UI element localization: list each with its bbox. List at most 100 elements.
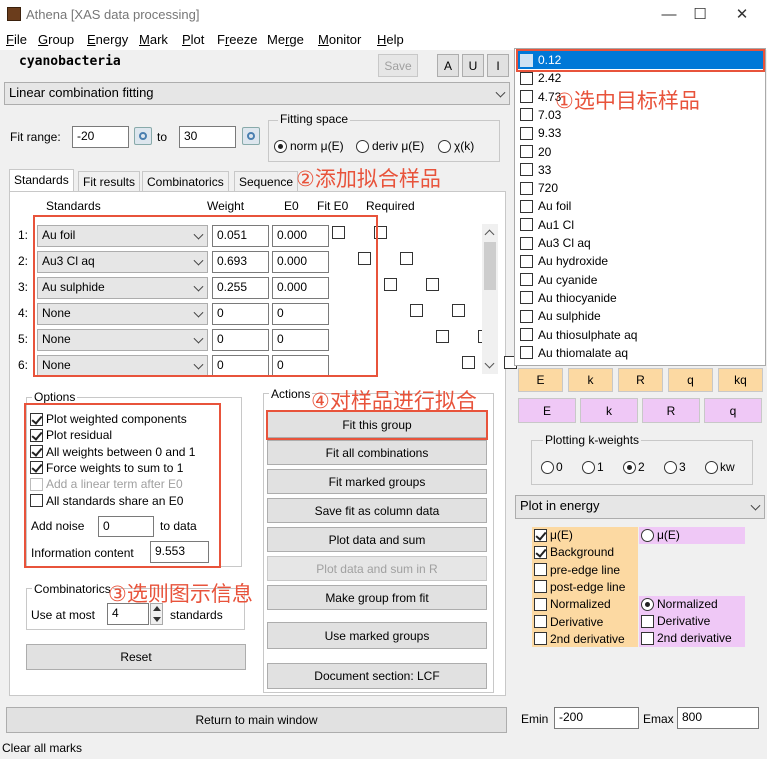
menu-file[interactable]: File <box>6 32 27 47</box>
fit-range-from-input[interactable]: -20 <box>72 126 129 148</box>
maximize-button[interactable]: ☐ <box>685 4 715 26</box>
use-marked-groups-button[interactable]: Use marked groups <box>267 622 487 649</box>
fit-all-combinations-button[interactable]: Fit all combinations <box>267 440 487 465</box>
group-list-item[interactable]: Au cyanide <box>516 271 764 289</box>
group-list-item[interactable]: 720 <box>516 179 764 197</box>
checkbox-icon[interactable] <box>520 71 533 85</box>
plot-button-e[interactable]: E <box>518 368 563 392</box>
plot-button-q[interactable]: q <box>668 368 713 392</box>
checkbox-icon[interactable] <box>520 181 533 195</box>
fitting-space-chi[interactable]: χ(k) <box>438 139 474 153</box>
tab-combinatorics[interactable]: Combinatorics <box>142 171 229 192</box>
energy-plot-checkbox[interactable]: pre-edge line <box>534 563 620 577</box>
plot-button-r[interactable]: R <box>618 368 663 392</box>
menu-plot[interactable]: Plot <box>182 32 204 47</box>
plot-button-q-purple[interactable]: q <box>704 398 762 423</box>
u-button[interactable]: U <box>462 54 484 77</box>
checkbox-icon[interactable] <box>520 236 533 250</box>
menu-monitor[interactable]: Monitor <box>318 32 361 47</box>
menu-help[interactable]: Help <box>377 32 404 47</box>
kweight-radio[interactable]: 1 <box>582 460 604 474</box>
fit-range-to-input[interactable]: 30 <box>179 126 236 148</box>
plot-button-k-purple[interactable]: k <box>580 398 638 423</box>
checkbox-icon[interactable] <box>520 273 533 287</box>
group-list-item[interactable]: Au thiomalate aq <box>516 344 764 362</box>
save-button[interactable]: Save <box>378 54 418 77</box>
checkbox-icon[interactable] <box>520 90 533 104</box>
return-main-button[interactable]: Return to main window <box>6 707 507 733</box>
fit-e0-checkbox[interactable] <box>462 356 475 369</box>
menu-freeze[interactable]: Freeze <box>217 32 258 47</box>
kweight-radio[interactable]: kw <box>705 460 735 474</box>
energy-normalized-radio[interactable]: Normalized <box>641 597 718 611</box>
group-list-item[interactable]: Au sulphide <box>516 307 764 325</box>
checkbox-icon[interactable] <box>520 309 533 323</box>
fitting-space-norm[interactable]: norm μ(E) <box>274 139 344 153</box>
checkbox-icon[interactable] <box>520 254 533 268</box>
energy-derivative-check[interactable]: Derivative <box>641 614 710 628</box>
scroll-thumb[interactable] <box>484 242 496 290</box>
spin-down-icon[interactable] <box>153 617 161 622</box>
checkbox-icon[interactable] <box>520 163 533 177</box>
tab-fit-results[interactable]: Fit results <box>78 171 141 192</box>
make-group-from-fit-button[interactable]: Make group from fit <box>267 585 487 610</box>
energy-plot-checkbox[interactable]: 2nd derivative <box>534 632 625 646</box>
a-button[interactable]: A <box>437 54 459 77</box>
emin-input[interactable]: -200 <box>554 707 639 729</box>
group-list-item[interactable]: Au hydroxide <box>516 252 764 270</box>
checkbox-icon[interactable] <box>520 108 533 122</box>
energy-plot-checkbox[interactable]: post-edge line <box>534 580 625 594</box>
energy-plot-checkbox[interactable]: Normalized <box>534 597 611 611</box>
document-lcf-button[interactable]: Document section: LCF <box>267 663 487 689</box>
group-list-item[interactable]: Au thiosulphate aq <box>516 326 764 344</box>
close-button[interactable]: ✕ <box>727 4 757 26</box>
group-list-item[interactable]: Au3 Cl aq <box>516 234 764 252</box>
checkbox-icon[interactable] <box>520 218 533 232</box>
tab-standards[interactable]: Standards <box>9 169 74 192</box>
kweight-radio[interactable]: 0 <box>541 460 563 474</box>
tool-select[interactable]: Linear combination fitting <box>4 82 510 105</box>
required-checkbox[interactable] <box>426 278 439 291</box>
minimize-button[interactable]: — <box>654 4 684 26</box>
checkbox-icon[interactable] <box>520 199 533 213</box>
i-button[interactable]: I <box>487 54 509 77</box>
kweight-radio[interactable]: 3 <box>664 460 686 474</box>
plot-data-sum-button[interactable]: Plot data and sum <box>267 527 487 552</box>
group-list-item[interactable]: 20 <box>516 143 764 161</box>
emax-input[interactable]: 800 <box>677 707 759 729</box>
plot-data-sum-r-button[interactable]: Plot data and sum in R <box>267 556 487 581</box>
reset-button[interactable]: Reset <box>26 644 246 670</box>
fit-e0-checkbox[interactable] <box>410 304 423 317</box>
required-checkbox[interactable] <box>452 304 465 317</box>
group-list-item[interactable]: 33 <box>516 161 764 179</box>
menu-energy[interactable]: Energy <box>87 32 128 47</box>
save-fit-column-button[interactable]: Save fit as column data <box>267 498 487 523</box>
checkbox-icon[interactable] <box>520 145 533 158</box>
group-list-item[interactable]: 9.33 <box>516 124 764 142</box>
tab-sequence[interactable]: Sequence <box>234 171 299 192</box>
menu-group[interactable]: Group <box>38 32 74 47</box>
energy-mu-radio[interactable]: μ(E) <box>641 528 680 542</box>
fitting-space-deriv[interactable]: deriv μ(E) <box>356 139 424 153</box>
energy-plot-checkbox[interactable]: Background <box>534 545 614 559</box>
group-list-item[interactable]: Au foil <box>516 197 764 215</box>
menu-mark[interactable]: Mark <box>139 32 168 47</box>
plot-button-r-purple[interactable]: R <box>642 398 700 423</box>
menu-merge[interactable]: Merge <box>267 32 304 47</box>
checkbox-icon[interactable] <box>520 346 533 360</box>
fit-marked-groups-button[interactable]: Fit marked groups <box>267 469 487 494</box>
plot-button-k[interactable]: k <box>568 368 613 392</box>
energy-2nd-derivative-check[interactable]: 2nd derivative <box>641 631 732 645</box>
checkbox-icon[interactable] <box>520 126 533 140</box>
pluck-from-button[interactable] <box>134 127 152 145</box>
checkbox-icon[interactable] <box>520 291 533 305</box>
checkbox-icon[interactable] <box>520 328 533 341</box>
standards-scrollbar[interactable] <box>482 224 498 374</box>
fit-e0-checkbox[interactable] <box>436 330 449 343</box>
plot-button-kq[interactable]: kq <box>718 368 763 392</box>
group-list-item[interactable]: Au1 Cl <box>516 216 764 234</box>
group-list-item[interactable]: Au thiocyanide <box>516 289 764 307</box>
plot-button-e-purple[interactable]: E <box>518 398 576 423</box>
required-checkbox[interactable] <box>400 252 413 265</box>
pluck-to-button[interactable] <box>242 127 260 145</box>
